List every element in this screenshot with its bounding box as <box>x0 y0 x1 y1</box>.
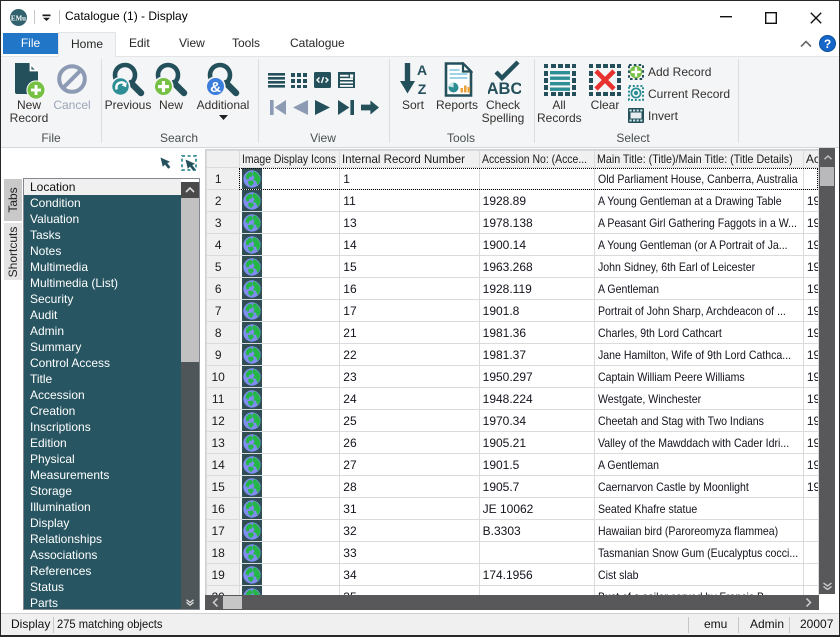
svg-text:&: & <box>210 79 221 96</box>
svg-text:?: ? <box>824 37 831 51</box>
svg-text:EMu: EMu <box>11 15 26 23</box>
svg-text:Z: Z <box>418 81 427 97</box>
svg-text:ABC: ABC <box>488 80 521 98</box>
svg-text:A: A <box>417 62 427 78</box>
